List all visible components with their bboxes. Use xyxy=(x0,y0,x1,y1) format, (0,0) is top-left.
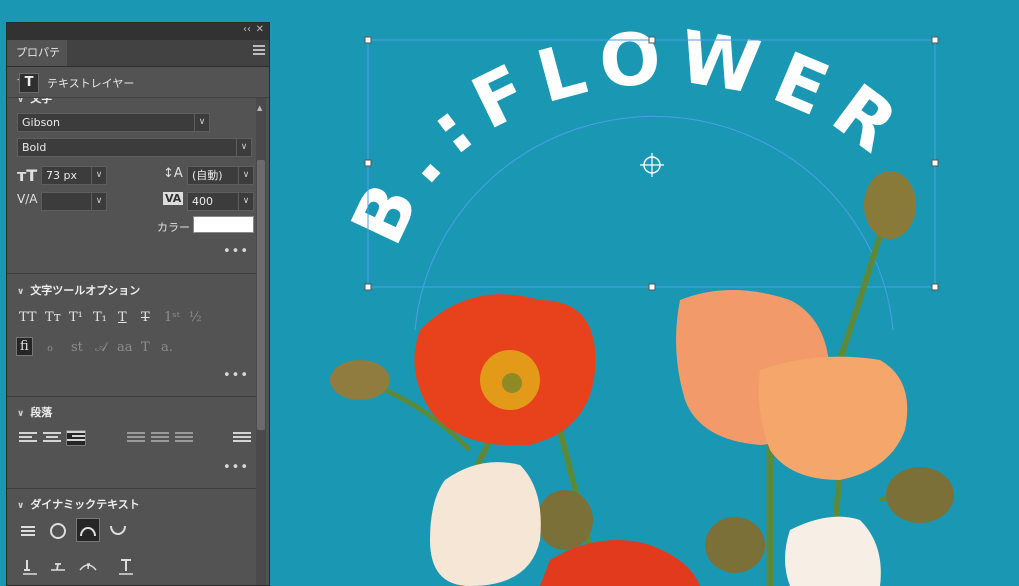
chevron-down-icon: ∨ xyxy=(17,409,25,419)
section-divider xyxy=(7,396,257,397)
text-on-path-arc-icon[interactable] xyxy=(77,556,99,578)
stylistic-alternates-icon[interactable]: aa xyxy=(117,340,133,355)
kerning-field[interactable]: ∨ xyxy=(41,192,107,211)
chevron-down-icon: ∨ xyxy=(17,98,25,105)
section-paragraph-header[interactable]: ∨ 段落 xyxy=(17,404,52,420)
discretionary-ligatures-icon[interactable]: ℴ xyxy=(47,340,53,355)
scrollbar-thumb[interactable] xyxy=(257,160,265,430)
font-size-icon: ᴛT xyxy=(17,166,38,185)
font-style-select[interactable]: Bold ∨ xyxy=(17,138,252,157)
pivot-crosshair[interactable] xyxy=(640,153,664,177)
chevron-down-icon: ∨ xyxy=(238,167,253,184)
chevron-down-icon: ∨ xyxy=(91,167,106,184)
superscript-icon[interactable]: T¹ xyxy=(69,310,83,325)
close-icon[interactable]: ✕ xyxy=(256,24,264,35)
chevron-down-icon: ∨ xyxy=(238,193,253,210)
text-on-path-skew-icon[interactable] xyxy=(47,556,69,578)
flower-photo xyxy=(330,171,954,586)
curved-text: B.:FLOWER xyxy=(335,14,923,256)
fractions-icon[interactable]: ½ xyxy=(189,310,202,325)
ordinals-icon[interactable]: 1ˢᵗ xyxy=(164,310,180,325)
chevron-down-icon: ∨ xyxy=(17,501,25,511)
section-dynamic-text-header[interactable]: ∨ ダイナミックテキスト xyxy=(17,496,140,512)
align-center-button[interactable] xyxy=(43,432,61,446)
section-text-tool-options-header[interactable]: ∨ 文字ツールオプション xyxy=(17,282,140,298)
small-caps-icon[interactable]: Tт xyxy=(45,310,61,325)
properties-panel: ‹‹ ✕ プロパティ T テキストレイヤー ∨文字 Gibson∨ Bold∨ … xyxy=(6,22,270,586)
tracking-field[interactable]: 400 ∨ xyxy=(187,192,254,211)
font-size-field[interactable]: 73 px ∨ xyxy=(41,166,107,185)
color-label: カラー xyxy=(157,221,190,234)
font-family-select[interactable]: Gibson ∨ xyxy=(17,113,210,132)
text-on-path-center-icon[interactable] xyxy=(115,556,137,578)
swash-st-icon[interactable]: st xyxy=(71,340,83,355)
align-left-button[interactable] xyxy=(19,432,37,446)
justify-center-button[interactable] xyxy=(151,432,169,446)
ordinals-alt-icon[interactable]: a. xyxy=(161,340,173,355)
collapse-icon[interactable]: ‹‹ xyxy=(243,24,251,35)
chevron-down-icon: ∨ xyxy=(236,139,251,156)
chevron-down-icon: ∨ xyxy=(194,114,209,131)
circle-path-icon[interactable] xyxy=(47,520,69,542)
justify-right-button[interactable] xyxy=(175,432,193,446)
leading-icon: ↕A xyxy=(163,166,183,181)
align-right-button[interactable] xyxy=(66,430,86,446)
section-divider xyxy=(7,273,257,274)
text-layer-icon: T xyxy=(19,73,39,93)
justify-left-button[interactable] xyxy=(127,432,145,446)
subscript-icon[interactable]: T₁ xyxy=(93,310,107,325)
panel-tabbar: プロパティ xyxy=(7,40,269,85)
panel-scrollbar[interactable]: ▲ xyxy=(256,98,266,585)
text-color-swatch[interactable] xyxy=(193,216,254,233)
paragraph-more-icon[interactable]: ••• xyxy=(223,460,249,475)
titling-alternates-icon[interactable]: T xyxy=(141,340,150,355)
bottom-arch-path-icon[interactable] xyxy=(107,520,129,542)
character-more-icon[interactable]: ••• xyxy=(223,244,249,259)
straight-path-icon[interactable] xyxy=(17,520,39,542)
tab-properties[interactable]: プロパティ xyxy=(7,40,67,85)
chevron-down-icon: ∨ xyxy=(17,287,25,297)
tracking-icon: VA xyxy=(163,192,184,205)
text-options-more-icon[interactable]: ••• xyxy=(223,368,249,383)
scroll-up-icon[interactable]: ▲ xyxy=(257,104,262,112)
text-on-path-left-icon[interactable] xyxy=(19,556,41,578)
layer-type-label: テキストレイヤー xyxy=(47,77,135,90)
underline-icon[interactable]: T xyxy=(118,310,127,325)
layer-type-row: T テキストレイヤー xyxy=(7,67,269,98)
kerning-icon: V/A xyxy=(17,192,38,206)
panel-titlebar[interactable]: ‹‹ ✕ xyxy=(7,23,269,40)
ligatures-icon[interactable]: fi xyxy=(16,337,33,356)
swash-icon[interactable]: 𝒜 xyxy=(95,340,107,355)
chevron-down-icon: ∨ xyxy=(91,193,106,210)
panel-scroll-area[interactable]: ∨ 文字 Gibson ∨ Bold ∨ ᴛT 73 px ∨ ↕A (自動) ∨ V/A… xyxy=(7,98,269,585)
justify-all-button[interactable] xyxy=(233,432,251,446)
leading-field[interactable]: (自動) ∨ xyxy=(187,166,254,185)
strikethrough-icon[interactable]: T xyxy=(141,310,150,325)
section-divider xyxy=(7,488,257,489)
panel-menu-icon[interactable] xyxy=(253,45,265,57)
all-caps-icon[interactable]: TT xyxy=(19,310,37,325)
section-character-header[interactable]: ∨ 文字 xyxy=(17,98,52,106)
arch-path-icon[interactable] xyxy=(76,518,100,542)
